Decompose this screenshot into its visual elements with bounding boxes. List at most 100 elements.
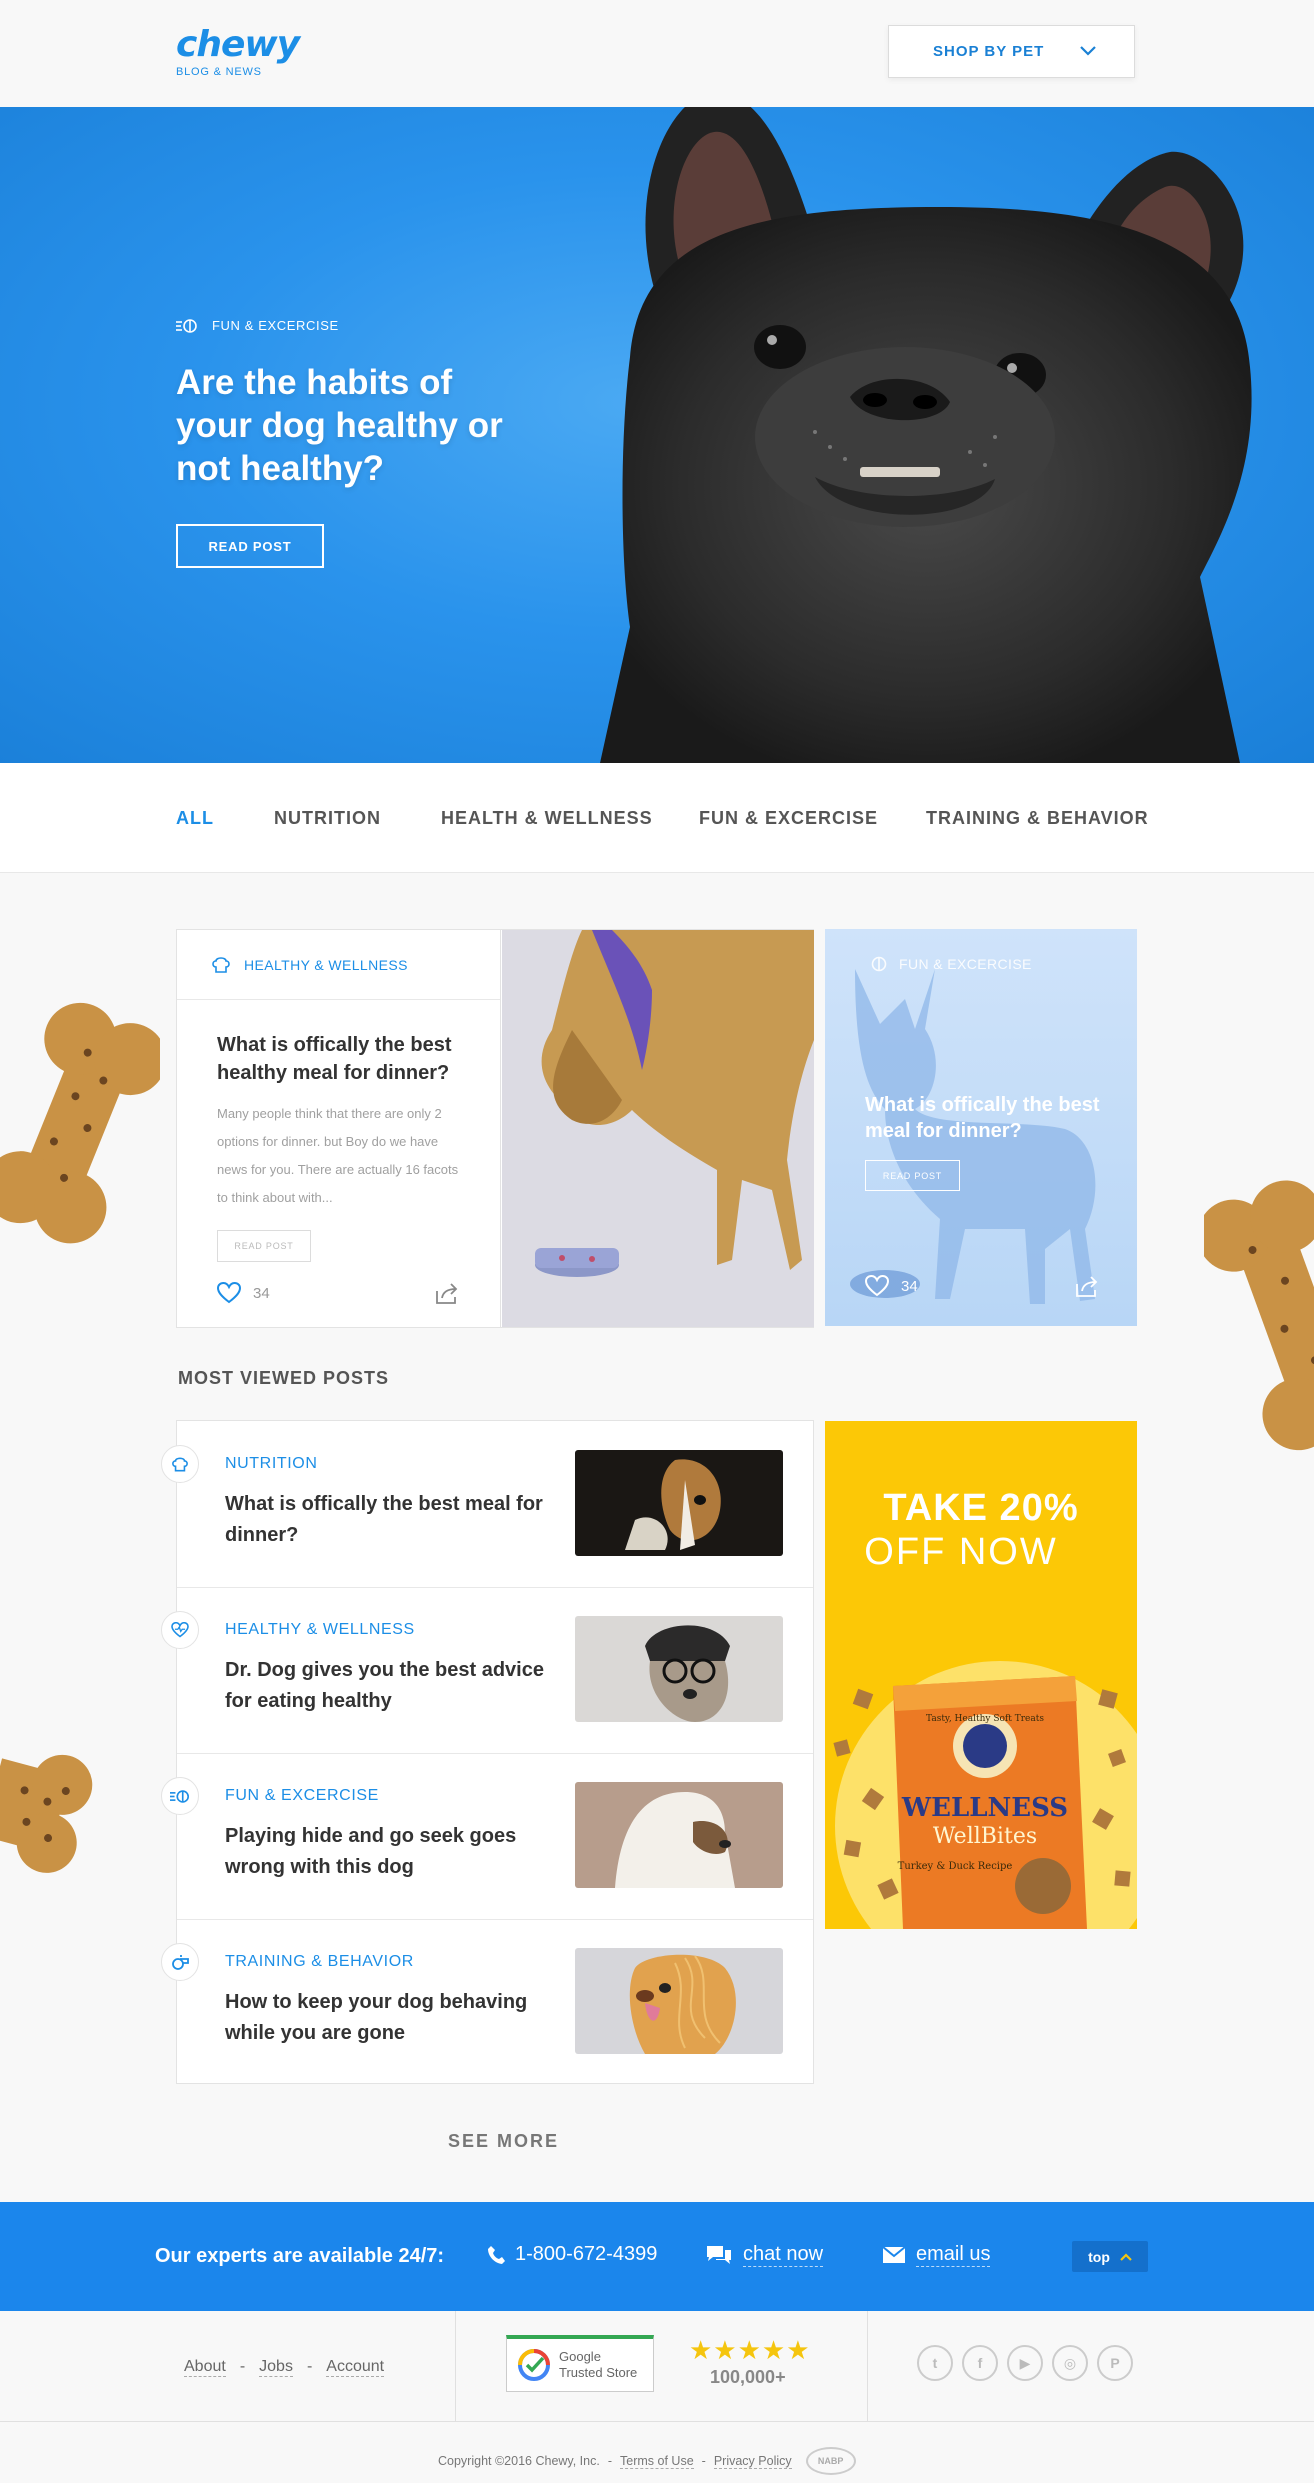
share-icon[interactable] <box>435 1283 459 1305</box>
top-label: top <box>1088 2248 1110 2265</box>
read-post-button[interactable]: READ POST <box>176 524 324 568</box>
side-card-title[interactable]: What is offically the best meal for dinn… <box>865 1092 1100 1144</box>
list-item-title[interactable]: What is offically the best meal for dinn… <box>225 1489 545 1551</box>
list-item[interactable]: HEALTHY & WELLNESS Dr. Dog gives you the… <box>161 1587 813 1753</box>
promo-flavor: Turkey & Duck Recipe <box>898 1861 1013 1872</box>
list-item-category[interactable]: TRAINING & BEHAVIOR <box>225 1953 414 1971</box>
dog-with-glasses-thumbnail[interactable] <box>575 1616 783 1722</box>
youtube-icon[interactable]: ▶ <box>1007 2345 1043 2381</box>
featured-category-label[interactable]: HEALTHY & WELLNESS <box>244 957 408 973</box>
logo-subtitle: BLOG & NEWS <box>176 66 262 78</box>
account-link[interactable]: Account <box>326 2358 385 2377</box>
chef-hat-icon <box>212 956 230 973</box>
list-item-category[interactable]: HEALTHY & WELLNESS <box>225 1621 415 1639</box>
promo-headline: TAKE 20% <box>883 1487 1079 1529</box>
separator: - <box>607 2454 613 2468</box>
side-card-read-post-button[interactable]: READ POST <box>865 1160 960 1191</box>
hero-banner: FUN & EXCERCISE Are the habits of your d… <box>0 107 1314 763</box>
rating-stars: ★★★★★ <box>689 2335 811 2365</box>
featured-post-excerpt: Many people think that there are only 2 … <box>217 1106 459 1205</box>
most-viewed-list: NUTRITION What is offically the best mea… <box>161 1420 814 2085</box>
side-card-category-label: FUN & EXCERCISE <box>899 956 1032 972</box>
ball-icon <box>871 956 887 972</box>
french-bulldog-image <box>600 107 1252 763</box>
phone-icon <box>488 2245 505 2264</box>
featured-post-title[interactable]: What is offically the best healthy meal … <box>217 1031 477 1087</box>
site-footer: About - Jobs - Account Google Trusted St… <box>0 2311 1314 2483</box>
list-item[interactable]: NUTRITION What is offically the best mea… <box>161 1421 813 1587</box>
hero-title: Are the habits of your dog healthy or no… <box>176 363 503 488</box>
google-trusted-store-badge[interactable]: Google Trusted Store <box>506 2335 654 2392</box>
privacy-link[interactable]: Privacy Policy <box>713 2454 792 2469</box>
facebook-icon[interactable]: f <box>962 2345 998 2381</box>
ghost-dog-thumbnail[interactable] <box>575 1782 783 1888</box>
promo-banner[interactable]: TAKE 20% OFF NOW WELLNESS WellBites Tast… <box>825 1421 1137 1929</box>
side-post-card[interactable]: FUN & EXCERCISE What is offically the be… <box>825 929 1137 1326</box>
most-viewed-heading: MOST VIEWED POSTS <box>178 1368 390 1388</box>
whistle-icon <box>161 1943 199 1981</box>
promo-tagline: Tasty, Healthy Soft Treats <box>926 1714 1044 1724</box>
heart-pulse-icon <box>161 1611 199 1649</box>
chat-icon <box>707 2246 731 2264</box>
shop-by-pet-label: SHOP BY PET <box>933 43 1045 60</box>
list-item-category[interactable]: NUTRITION <box>225 1455 318 1473</box>
bone-decoration-right <box>1204 1180 1314 1451</box>
chewy-logo[interactable]: chewy BLOG & NEWS <box>176 26 300 79</box>
back-to-top-button[interactable]: top <box>1072 2241 1148 2272</box>
copyright-row: Copyright ©2016 Chewy, Inc. - Terms of U… <box>438 2447 856 2475</box>
featured-post-body: HEALTHY & WELLNESS What is offically the… <box>177 930 501 1327</box>
list-item-title[interactable]: Playing hide and go seek goes wrong with… <box>225 1821 545 1883</box>
featured-read-post-button[interactable]: READ POST <box>217 1230 311 1262</box>
badge-line-2: Trusted Store <box>559 2365 638 2380</box>
nabp-seal[interactable]: NABP <box>805 2447 856 2475</box>
separator: - <box>239 2358 246 2375</box>
side-card-like-count: 34 <box>901 1277 918 1295</box>
chat-link[interactable]: chat now <box>705 2243 824 2267</box>
tab-training-behavior[interactable]: TRAINING & BEHAVIOR <box>926 808 1149 829</box>
share-icon[interactable] <box>1075 1276 1099 1298</box>
jobs-link[interactable]: Jobs <box>259 2358 293 2377</box>
promo-product: WellBites <box>933 1824 1037 1849</box>
see-more-button[interactable]: SEE MORE <box>448 2131 559 2152</box>
ball-icon <box>161 1777 199 1815</box>
list-item[interactable]: TRAINING & BEHAVIOR How to keep your dog… <box>161 1919 813 2085</box>
copyright-text: Copyright ©2016 Chewy, Inc. <box>438 2454 600 2468</box>
tab-fun-excercise[interactable]: FUN & EXCERCISE <box>699 808 878 829</box>
tab-all[interactable]: ALL <box>176 808 214 829</box>
featured-like-count: 34 <box>253 1284 270 1302</box>
list-item-title[interactable]: How to keep your dog behaving while you … <box>225 1987 545 2049</box>
terms-link[interactable]: Terms of Use <box>620 2454 694 2469</box>
heart-icon <box>865 1275 889 1297</box>
pinterest-icon[interactable]: P <box>1097 2345 1133 2381</box>
list-item-category[interactable]: FUN & EXCERCISE <box>225 1787 379 1805</box>
side-card-like-button[interactable]: 34 <box>865 1275 918 1297</box>
instagram-icon[interactable]: ◎ <box>1052 2345 1088 2381</box>
beagle-thumbnail[interactable] <box>575 1450 783 1556</box>
email-link[interactable]: email us <box>882 2243 991 2267</box>
shop-by-pet-dropdown[interactable]: SHOP BY PET <box>888 25 1135 78</box>
chevron-up-icon <box>1120 2252 1132 2261</box>
about-link[interactable]: About <box>184 2358 226 2377</box>
dog-eating-image <box>502 930 814 1327</box>
ball-icon <box>176 318 197 333</box>
badge-line-1: Google <box>559 2349 601 2364</box>
list-item-title[interactable]: Dr. Dog gives you the best advice for ea… <box>225 1655 545 1717</box>
footer-links: About - Jobs - Account <box>184 2358 385 2377</box>
chevron-down-icon <box>1080 46 1096 56</box>
twitter-icon[interactable]: t <box>917 2345 953 2381</box>
phone-number: 1-800-672-4399 <box>515 2243 658 2265</box>
tab-nutrition[interactable]: NUTRITION <box>274 808 381 829</box>
rating-count: 100,000+ <box>710 2367 786 2387</box>
bone-decoration-left-top <box>0 1002 160 1244</box>
tab-health-wellness[interactable]: HEALTH & WELLNESS <box>441 808 653 829</box>
divider <box>455 2311 456 2421</box>
contact-bar-label: Our experts are available 24/7: <box>155 2245 445 2267</box>
spaghetti-dog-thumbnail[interactable] <box>575 1948 783 2054</box>
featured-like-button[interactable]: 34 <box>217 1282 270 1304</box>
social-links: t f ▶ ◎ P <box>917 2345 1133 2381</box>
contact-bar: Our experts are available 24/7: 1-800-67… <box>0 2202 1314 2311</box>
phone-link[interactable]: 1-800-672-4399 <box>487 2243 657 2266</box>
list-item[interactable]: FUN & EXCERCISE Playing hide and go seek… <box>161 1753 813 1919</box>
side-card-category: FUN & EXCERCISE <box>871 956 1032 972</box>
featured-post-header: HEALTHY & WELLNESS <box>177 930 500 1000</box>
